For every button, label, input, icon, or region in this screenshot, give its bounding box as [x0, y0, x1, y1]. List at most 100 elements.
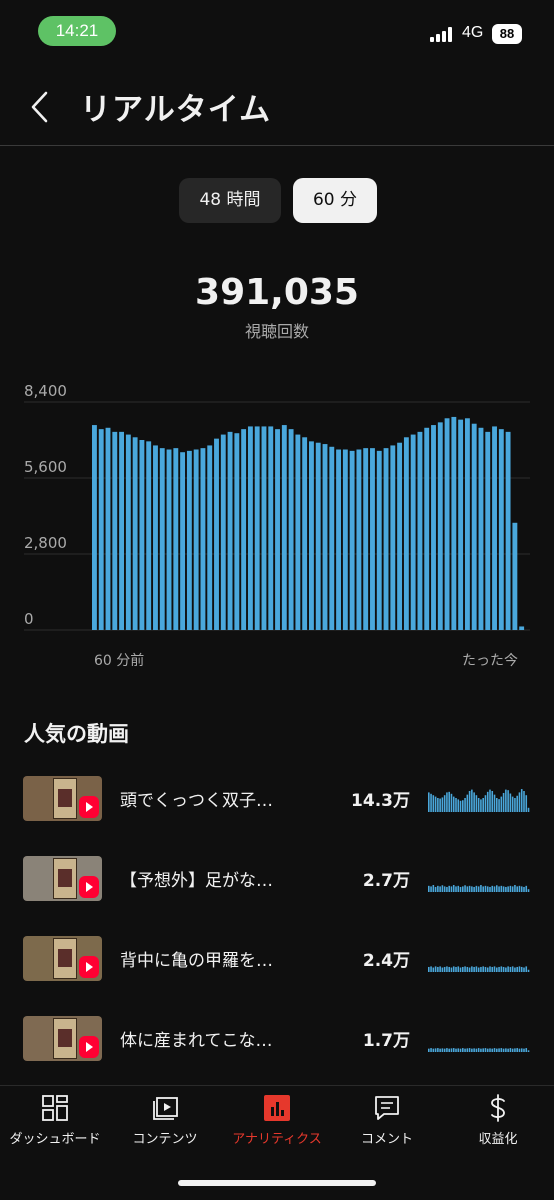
- total-views: 391,035: [195, 272, 359, 313]
- sparkline-bar: [459, 967, 462, 972]
- chart-bar[interactable]: [302, 437, 308, 630]
- chart-bar[interactable]: [139, 440, 145, 630]
- chart-bar[interactable]: [383, 448, 389, 630]
- sparkline-bar: [448, 1048, 450, 1052]
- chart-bar[interactable]: [112, 431, 118, 630]
- chart-bar[interactable]: [478, 427, 484, 630]
- nav-comments[interactable]: コメント: [332, 1092, 442, 1147]
- chart-bar[interactable]: [159, 448, 165, 630]
- chart-bar[interactable]: [180, 452, 186, 630]
- chart-bar[interactable]: [281, 425, 287, 630]
- chart-bar[interactable]: [105, 427, 111, 630]
- chart-bar[interactable]: [471, 423, 477, 630]
- video-row[interactable]: 体に産まれてこな… 1.7万: [0, 1016, 554, 1076]
- chart-bar[interactable]: [315, 442, 321, 630]
- sparkline-bar: [484, 885, 487, 892]
- chart-bar[interactable]: [173, 448, 179, 630]
- chart-bar[interactable]: [336, 449, 342, 631]
- range-60m-button[interactable]: 60 分: [293, 178, 377, 223]
- chart-bar[interactable]: [349, 450, 355, 630]
- sparkline-bar: [430, 1048, 432, 1052]
- chart-bar[interactable]: [424, 427, 430, 630]
- video-row[interactable]: 頭でくっつく双子… 14.3万: [0, 776, 554, 836]
- chart-bar[interactable]: [342, 449, 348, 631]
- chart-bar[interactable]: [512, 522, 518, 630]
- sparkline-bar: [480, 885, 482, 892]
- chart-bar[interactable]: [322, 444, 328, 630]
- chart-bar[interactable]: [498, 429, 504, 630]
- chart-bar[interactable]: [417, 431, 423, 630]
- range-48h-button[interactable]: 48 時間: [179, 178, 281, 223]
- chart-bar[interactable]: [200, 448, 206, 630]
- chart-bar[interactable]: [166, 449, 172, 631]
- sparkline-bar: [462, 966, 464, 972]
- chart-bar[interactable]: [363, 448, 369, 630]
- chart-bar[interactable]: [241, 429, 247, 630]
- video-row[interactable]: 背中に亀の甲羅を… 2.4万: [0, 936, 554, 996]
- chart-bar[interactable]: [458, 419, 464, 630]
- chart-bar[interactable]: [132, 437, 138, 630]
- chart-bar[interactable]: [193, 449, 199, 631]
- sparkline-bar: [452, 885, 455, 892]
- chart-bar[interactable]: [247, 426, 253, 630]
- chart-bar[interactable]: [261, 426, 267, 630]
- sparkline-bar: [437, 885, 439, 892]
- chart-bar[interactable]: [329, 446, 335, 630]
- sparkline-bar: [462, 800, 464, 812]
- chart-bar[interactable]: [119, 431, 125, 630]
- chart-bar[interactable]: [403, 437, 409, 630]
- chart-bar[interactable]: [288, 429, 294, 630]
- sparkline-bar: [450, 886, 453, 892]
- sparkline-bar: [443, 1048, 446, 1052]
- sparkline-bar: [434, 966, 437, 972]
- chart-bar[interactable]: [295, 434, 301, 630]
- chart-bar[interactable]: [268, 426, 274, 630]
- chart-bar[interactable]: [492, 426, 497, 630]
- chart-bar[interactable]: [437, 422, 443, 630]
- chart-bar[interactable]: [227, 431, 233, 630]
- sparkline-bar: [477, 1048, 480, 1052]
- video-row[interactable]: 【予想外】足がな… 2.7万: [0, 856, 554, 916]
- chart-bar[interactable]: [390, 445, 396, 630]
- chart-bar[interactable]: [397, 442, 403, 630]
- chart-bar[interactable]: [444, 418, 450, 630]
- chart-bar[interactable]: [153, 445, 158, 630]
- chart-bar[interactable]: [125, 434, 131, 630]
- nav-analytics[interactable]: アナリティクス: [222, 1092, 332, 1147]
- back-button[interactable]: [28, 90, 58, 124]
- nav-content[interactable]: コンテンツ: [110, 1092, 220, 1147]
- chart-bar[interactable]: [451, 416, 457, 630]
- chart-bar[interactable]: [92, 425, 97, 630]
- chart-bar[interactable]: [146, 441, 152, 630]
- page-title: リアルタイム: [80, 92, 272, 128]
- nav-dashboard[interactable]: ダッシュボード: [0, 1092, 110, 1147]
- chart-bar[interactable]: [207, 445, 213, 630]
- chart-bar[interactable]: [214, 438, 219, 630]
- sparkline-bar: [452, 966, 455, 972]
- chart-bar[interactable]: [309, 441, 314, 630]
- sparkline-bar: [523, 1048, 525, 1052]
- sparkline-bar: [500, 966, 503, 972]
- chart-bar[interactable]: [234, 433, 240, 630]
- chart-bar[interactable]: [254, 426, 260, 630]
- chart-bar[interactable]: [464, 418, 470, 630]
- chart-bar[interactable]: [356, 449, 362, 631]
- chart-bar[interactable]: [376, 450, 382, 630]
- sparkline-bar: [457, 885, 460, 892]
- chart-bar[interactable]: [485, 431, 491, 630]
- video-thumbnail: [23, 936, 102, 981]
- sparkline-bar: [525, 1048, 528, 1052]
- chart-bar[interactable]: [410, 434, 416, 630]
- chart-bar[interactable]: [519, 626, 525, 630]
- chart-bar[interactable]: [370, 448, 375, 630]
- chart-bar[interactable]: [186, 450, 192, 630]
- chart-bar[interactable]: [275, 429, 280, 630]
- sparkline-bar: [525, 795, 528, 812]
- chart-bar[interactable]: [220, 434, 226, 630]
- chart-bar[interactable]: [431, 425, 436, 630]
- sparkline-bar: [484, 795, 487, 812]
- chart-bar[interactable]: [505, 431, 511, 630]
- sparkline-bar: [457, 799, 460, 812]
- chart-bar[interactable]: [98, 429, 104, 630]
- nav-earn[interactable]: 収益化: [443, 1092, 553, 1147]
